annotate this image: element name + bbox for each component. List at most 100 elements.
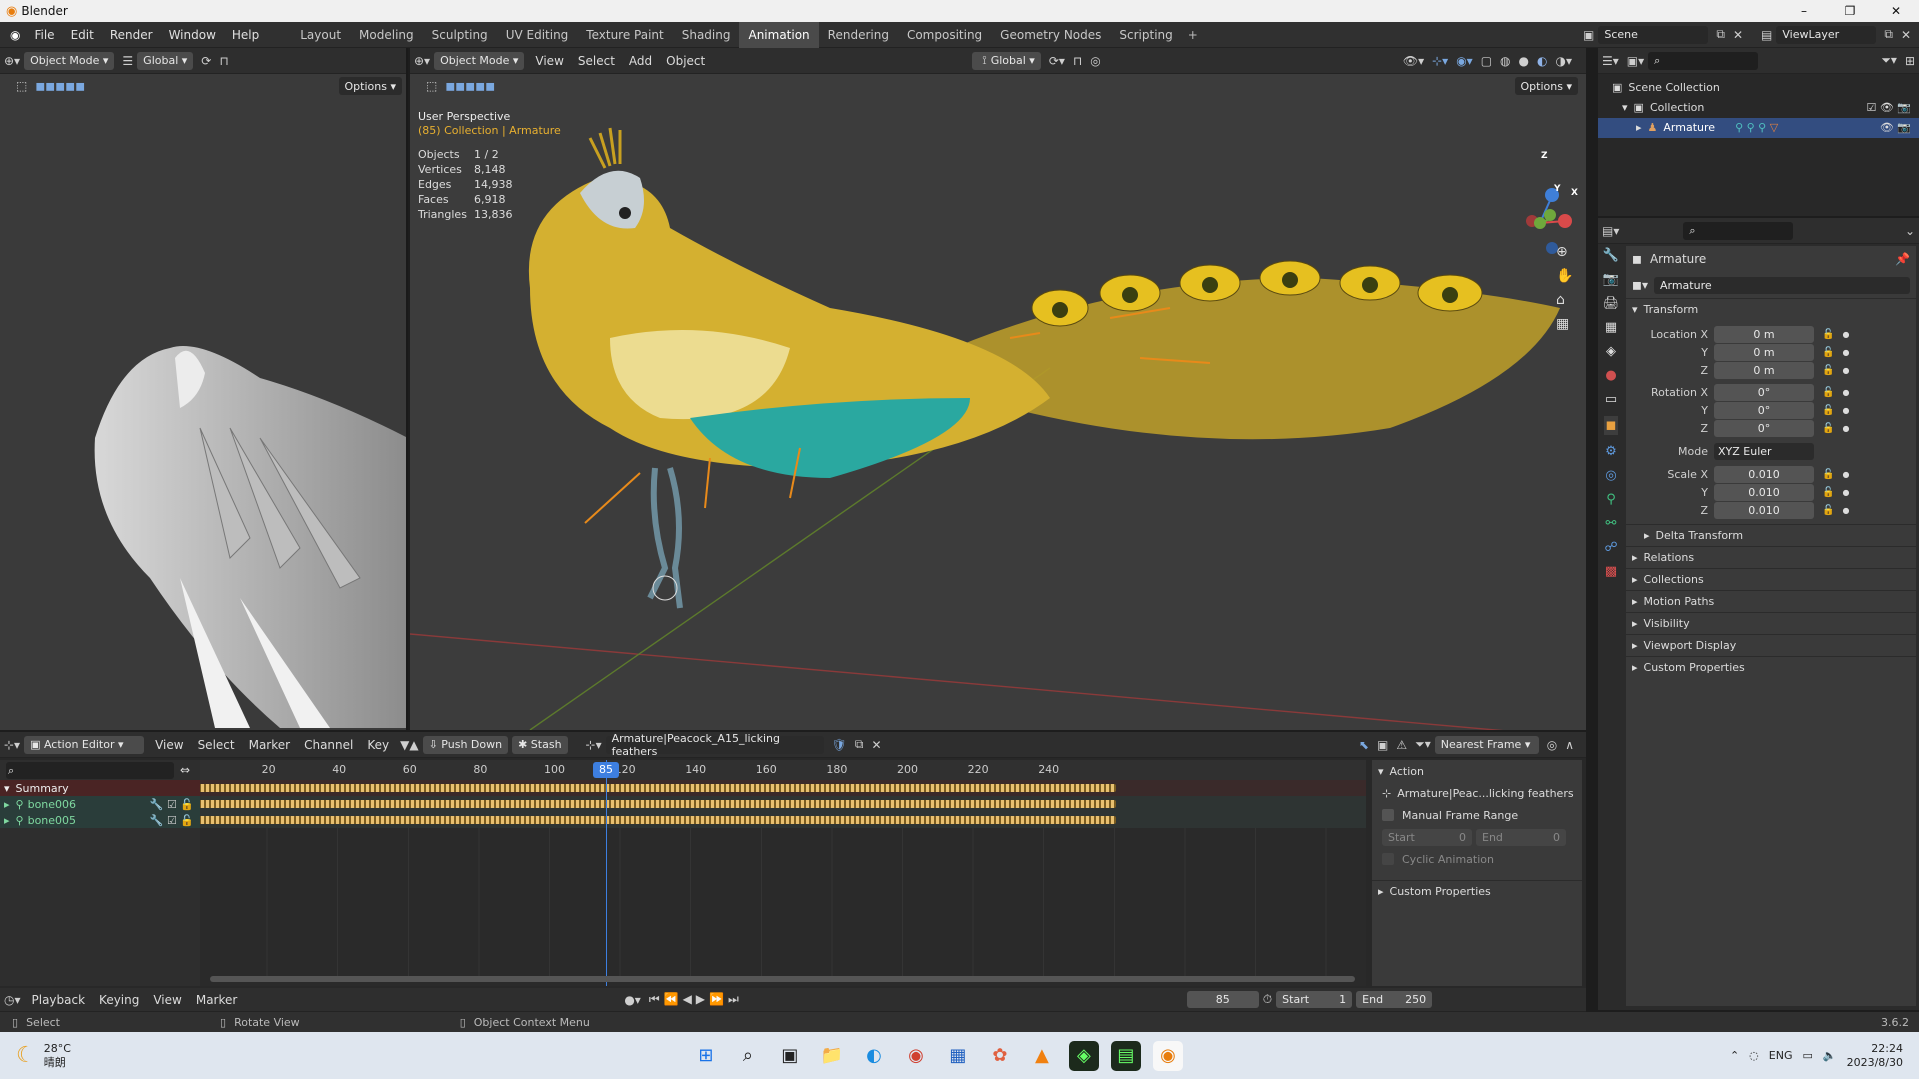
armature-visibility-icons[interactable]: 👁 📷 xyxy=(1880,118,1911,138)
action-menu-channel[interactable]: Channel xyxy=(297,738,360,752)
channel-search[interactable]: ⌕ xyxy=(6,761,174,779)
edge-icon[interactable]: ◐ xyxy=(859,1041,889,1071)
action-panel-header[interactable]: ▾ Action xyxy=(1372,760,1582,782)
tray-overflow-icon[interactable]: ⌃ xyxy=(1730,1049,1739,1062)
keyframe-dot-icon[interactable]: ● xyxy=(1842,488,1849,497)
view-layer-tab-icon[interactable]: ▦ xyxy=(1605,320,1617,335)
cyclic-row[interactable]: Cyclic Animation xyxy=(1372,848,1582,870)
output-tab-icon[interactable]: 🖨 xyxy=(1603,296,1620,311)
section-collections[interactable]: ▸ Collections xyxy=(1626,568,1916,590)
gpu-app-icon[interactable]: ◈ xyxy=(1068,1040,1099,1071)
outliner-editor-icon[interactable]: ☰▾ xyxy=(1602,54,1619,68)
section-delta-transform[interactable]: ▸ Delta Transform xyxy=(1626,524,1916,546)
object-name-field[interactable]: Armature xyxy=(1653,276,1910,294)
viewport-menu-view[interactable]: View xyxy=(528,54,570,68)
left-viewport[interactable]: ⊕▾ Object Mode ▾ ☰ Global ▾ ⟳ ⊓ ⬚ ◼◼◼◼◼ … xyxy=(0,48,408,730)
chrome-icon[interactable]: ◉ xyxy=(901,1041,931,1071)
menu-edit[interactable]: Edit xyxy=(63,28,102,42)
add-workspace-button[interactable]: + xyxy=(1182,28,1204,42)
world-tab-icon[interactable]: ● xyxy=(1605,368,1616,383)
start-button[interactable]: ⊞ xyxy=(691,1041,721,1071)
armature-data-icons[interactable]: ⚲ ⚲ ⚲ ▽ xyxy=(1735,118,1778,138)
zoom-icon[interactable]: ⊕ xyxy=(1556,244,1573,260)
pivot-icon[interactable]: ⟳ xyxy=(201,54,211,68)
keyframe-strip[interactable] xyxy=(200,800,1116,808)
tab-geometry-nodes[interactable]: Geometry Nodes xyxy=(991,22,1110,48)
snap-toggle-icon[interactable]: ⊓ xyxy=(1073,54,1082,68)
transform-field[interactable]: 0.010 xyxy=(1714,483,1814,501)
keyframe-dot-icon[interactable]: ● xyxy=(1842,424,1849,433)
horizontal-scrollbar[interactable] xyxy=(210,976,1355,982)
editor-type-icon[interactable]: ⊕▾ xyxy=(4,54,20,68)
keyframe-area[interactable]: 020406080100120140160180200220240 85 xyxy=(200,760,1366,986)
transform-field[interactable]: 0° xyxy=(1714,401,1814,419)
tab-rendering[interactable]: Rendering xyxy=(819,22,898,48)
start-frame-field[interactable]: Start 1 xyxy=(1276,991,1353,1008)
tab-compositing[interactable]: Compositing xyxy=(898,22,991,48)
outliner-armature[interactable]: ▸ ♟ Armature ⚲ ⚲ ⚲ ▽ 👁 📷 xyxy=(1598,118,1919,138)
frame-ruler[interactable]: 020406080100120140160180200220240 xyxy=(200,760,1366,780)
overlay-toggle-icon[interactable]: ◉▾ xyxy=(1456,54,1473,68)
left-mode-dropdown[interactable]: Object Mode ▾ xyxy=(24,51,115,70)
transform-section-header[interactable]: ▾ Transform xyxy=(1626,298,1916,320)
viewport-select-mode-icons[interactable]: ◼◼◼◼◼ xyxy=(445,79,495,93)
outliner-display-icon[interactable]: ▣▾ xyxy=(1627,54,1644,68)
language-indicator[interactable]: ENG xyxy=(1769,1049,1793,1062)
filter-icon[interactable]: ⏷▾ xyxy=(1415,737,1431,752)
channel-row[interactable]: ▾ Summary xyxy=(0,780,200,796)
timeline-editor-icon[interactable]: ◷▾ xyxy=(4,993,21,1007)
left-orientation-dropdown[interactable]: Global ▾ xyxy=(137,51,194,70)
action-menu-marker[interactable]: Marker xyxy=(242,738,297,752)
action-custom-props-header[interactable]: ▸ Custom Properties xyxy=(1372,880,1582,902)
viewport-menu-object[interactable]: Object xyxy=(659,54,712,68)
viewport-select-tool-icon[interactable]: ⬚ xyxy=(426,79,437,93)
timeline-menu-playback[interactable]: Playback xyxy=(25,993,93,1007)
modifier-tab-icon[interactable]: ⚙ xyxy=(1605,444,1617,459)
outliner-search[interactable]: ⌕ xyxy=(1648,51,1759,70)
tool-tab-icon[interactable]: 🔧 xyxy=(1603,248,1619,263)
expand-arrow-icon[interactable]: ▸ xyxy=(1636,118,1642,138)
action-editor-mode-dropdown[interactable]: ▣ Action Editor ▾ xyxy=(24,735,145,754)
tab-sculpting[interactable]: Sculpting xyxy=(423,22,497,48)
tab-scripting[interactable]: Scripting xyxy=(1110,22,1181,48)
new-scene-icon[interactable]: ⧉ xyxy=(1716,27,1725,42)
shading-rendered-icon[interactable]: ◑▾ xyxy=(1556,54,1573,68)
xray-icon[interactable]: ▢ xyxy=(1481,54,1492,68)
physics-tab-icon[interactable]: ◎ xyxy=(1605,468,1616,483)
gizmo-toggle-icon[interactable]: ⊹▾ xyxy=(1432,54,1448,68)
transform-field[interactable]: 0° xyxy=(1714,419,1814,437)
channel-row[interactable]: ▸ ⚲ bone006 🔧 ☑ 🔓 xyxy=(0,796,200,812)
texture-tab-icon[interactable]: ▩ xyxy=(1605,564,1617,579)
collection-tab-icon[interactable]: ▭ xyxy=(1605,392,1617,407)
manual-range-row[interactable]: Manual Frame Range xyxy=(1372,804,1582,826)
lock-icon[interactable]: 🔓 xyxy=(1822,487,1834,498)
section-visibility[interactable]: ▸ Visibility xyxy=(1626,612,1916,634)
lock-icon[interactable]: 🔓 xyxy=(1822,405,1834,416)
rotation-mode-dropdown[interactable]: XYZ Euler xyxy=(1714,442,1814,460)
main-viewport[interactable]: ⊕▾ Object Mode ▾ View Select Add Object ⟟ Gl… xyxy=(410,48,1586,730)
action-name-row[interactable]: ⊹ Armature|Peac...licking feathers xyxy=(1372,782,1582,804)
cyclic-checkbox[interactable] xyxy=(1382,853,1394,865)
viewport-menu-select[interactable]: Select xyxy=(571,54,622,68)
lock-icon[interactable]: 🔓 xyxy=(1822,423,1834,434)
display-icon[interactable]: ▭ xyxy=(1802,1049,1812,1062)
end-frame-field[interactable]: End 250 xyxy=(1356,991,1433,1008)
network-icon[interactable]: ◌ xyxy=(1749,1049,1759,1062)
store-icon[interactable]: ▦ xyxy=(943,1041,973,1071)
only-errors-icon[interactable]: ⚠ xyxy=(1396,738,1407,752)
pan-hand-icon[interactable]: ✋ xyxy=(1556,268,1573,284)
view-layer-selector[interactable]: ViewLayer xyxy=(1776,25,1877,44)
file-explorer-icon[interactable]: 📁 xyxy=(817,1041,847,1071)
properties-editor-icon[interactable]: ▤▾ xyxy=(1602,224,1619,238)
lock-icon[interactable]: 🔓 xyxy=(1822,387,1834,398)
view-layer-icon[interactable]: ▤ xyxy=(1761,28,1772,42)
keyframe-dot-icon[interactable]: ● xyxy=(1842,388,1849,397)
transform-field[interactable]: 0 m xyxy=(1714,361,1814,379)
fake-user-icon[interactable]: 🛡 xyxy=(832,738,847,752)
menu-window[interactable]: Window xyxy=(161,28,224,42)
delete-view-layer-icon[interactable]: ✕ xyxy=(1901,28,1911,42)
volume-icon[interactable]: 🔈 xyxy=(1823,1049,1837,1062)
select-tool-icon[interactable]: ⬚ xyxy=(16,79,27,93)
section-custom-properties[interactable]: ▸ Custom Properties xyxy=(1626,656,1916,678)
tab-layout[interactable]: Layout xyxy=(291,22,350,48)
